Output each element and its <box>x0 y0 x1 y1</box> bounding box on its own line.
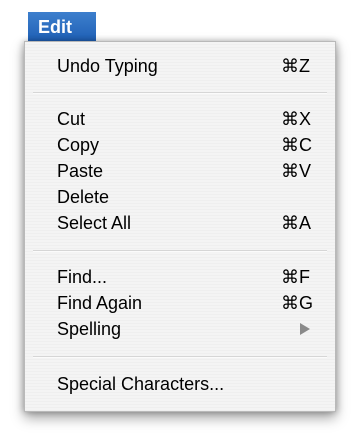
menu-item-select-all[interactable]: Select All ⌘A <box>25 210 335 236</box>
menu-item-label: Delete <box>57 187 110 207</box>
menu-item-shortcut: ⌘F <box>281 267 310 287</box>
menu-item-special-characters[interactable]: Special Characters... <box>25 371 335 397</box>
menu-item-label: Spelling <box>57 319 122 339</box>
submenu-arrow-icon <box>300 323 310 335</box>
menu-separator <box>33 92 327 94</box>
menu-item-label: Paste <box>57 161 104 181</box>
menu-item-spelling[interactable]: Spelling <box>25 316 335 342</box>
menu-item-undo-typing[interactable]: Undo Typing ⌘Z <box>25 53 335 79</box>
menu-item-cut[interactable]: Cut ⌘X <box>25 106 335 132</box>
menu-item-shortcut: ⌘C <box>281 135 312 155</box>
menu-item-find[interactable]: Find... ⌘F <box>25 264 335 290</box>
menu-item-label: Undo Typing <box>57 56 158 76</box>
menu-item-label: Cut <box>57 109 86 129</box>
menu-item-shortcut: ⌘V <box>281 161 312 181</box>
menu-bar: Edit <box>0 0 358 42</box>
menu-item-delete[interactable]: Delete <box>25 184 335 210</box>
menu-item-label: Special Characters... <box>57 374 225 394</box>
menu-separator <box>33 250 327 252</box>
edit-menu-dropdown: Undo Typing ⌘Z Cut ⌘X Copy ⌘C Paste ⌘V D… <box>24 41 336 412</box>
menu-item-label: Select All <box>57 213 132 233</box>
menu-item-find-again[interactable]: Find Again ⌘G <box>25 290 335 316</box>
edit-menu-title[interactable]: Edit <box>28 12 96 42</box>
menu-item-label: Copy <box>57 135 100 155</box>
menu-separator <box>33 356 327 358</box>
menu-item-shortcut: ⌘X <box>281 109 312 129</box>
menu-item-paste[interactable]: Paste ⌘V <box>25 158 335 184</box>
menu-item-copy[interactable]: Copy ⌘C <box>25 132 335 158</box>
menu-item-label: Find... <box>57 267 108 287</box>
menu-item-shortcut: ⌘Z <box>281 56 310 76</box>
menu-item-shortcut: ⌘A <box>281 213 312 233</box>
menu-item-shortcut: ⌘G <box>281 293 314 313</box>
menu-item-label: Find Again <box>57 293 143 313</box>
